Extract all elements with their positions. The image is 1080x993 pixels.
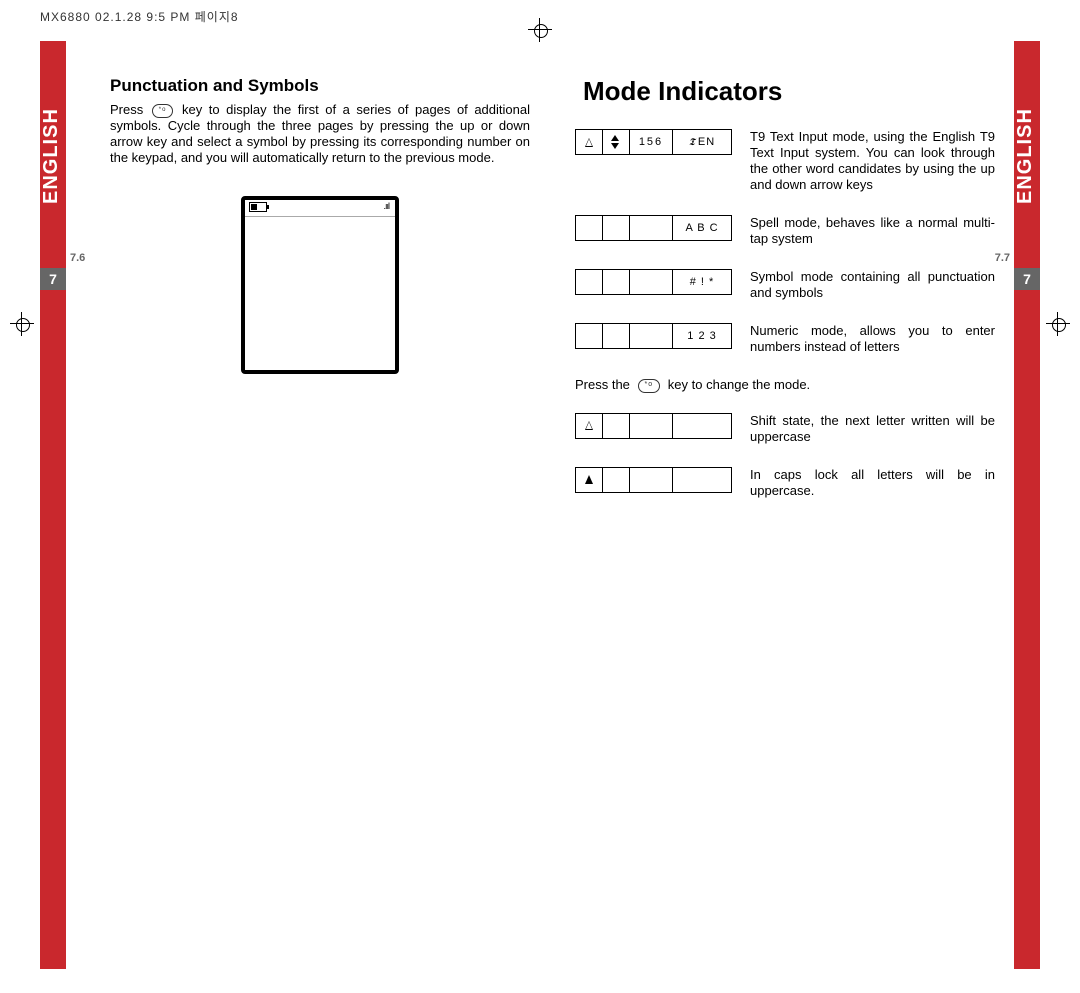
- signal-icon: .ııl: [383, 201, 389, 211]
- right-tab: ENGLISH 7: [1014, 41, 1040, 969]
- left-page-number: 7.6: [70, 252, 100, 264]
- capslock-arrow-icon: [585, 475, 593, 484]
- right-language-label: ENGLISH: [1014, 86, 1040, 226]
- key-icon: *o: [152, 104, 174, 118]
- char-count: 156: [630, 130, 673, 154]
- change-mode-line: Press the *o key to change the mode.: [575, 377, 995, 393]
- shift-arrow-icon: [585, 138, 593, 147]
- mode-desc: Spell mode, behaves like a normal multi-…: [732, 215, 995, 247]
- mode-desc: Numeric mode, allows you to enter number…: [732, 323, 995, 355]
- mode-abc: A B C Spell mode, behaves like a normal …: [575, 215, 995, 247]
- mode-desc: T9 Text Input mode, using the English T9…: [732, 129, 995, 193]
- phone-screen-illustration: .ııl: [241, 196, 399, 374]
- print-header: MX6880 02.1.28 9:5 PM 페이지8: [40, 8, 239, 25]
- left-column: Punctuation and Symbols Press *o key to …: [110, 76, 530, 374]
- page-title: Mode Indicators: [583, 76, 995, 107]
- mode-desc: In caps lock all letters will be in uppe…: [732, 467, 995, 499]
- mode-numeric: 1 2 3 Numeric mode, allows you to enter …: [575, 323, 995, 355]
- section-heading: Punctuation and Symbols: [110, 76, 530, 96]
- registration-mark-top: [528, 18, 552, 42]
- left-tab: ENGLISH 7: [40, 41, 66, 969]
- mode-desc: Shift state, the next letter written wil…: [732, 413, 995, 445]
- manual-page: MX6880 02.1.28 9:5 PM 페이지8 ENGLISH 7 7.6…: [0, 0, 1080, 993]
- shift-arrow-icon: [585, 421, 593, 430]
- right-chapter-number: 7: [1014, 268, 1040, 290]
- mode-t9: 156 𝕿EN T9 Text Input mode, using the En…: [575, 129, 995, 193]
- registration-mark-left: [10, 312, 34, 336]
- section-body: Press *o key to display the first of a s…: [110, 102, 530, 166]
- battery-icon: [249, 202, 267, 212]
- mode-desc: Symbol mode containing all punctuation a…: [732, 269, 995, 301]
- key-icon: *o: [638, 379, 661, 393]
- mode-symbol: # ! * Symbol mode containing all punctua…: [575, 269, 995, 301]
- mode-capslock: In caps lock all letters will be in uppe…: [575, 467, 995, 499]
- right-column: Mode Indicators 156 𝕿EN T9 Text Input mo…: [575, 76, 995, 521]
- left-language-label: ENGLISH: [40, 86, 66, 226]
- registration-mark-right: [1046, 312, 1070, 336]
- mode-shift: Shift state, the next letter written wil…: [575, 413, 995, 445]
- updown-arrow-icon: [611, 135, 621, 149]
- left-chapter-number: 7: [40, 268, 66, 290]
- t9-icon: 𝕿: [689, 137, 696, 148]
